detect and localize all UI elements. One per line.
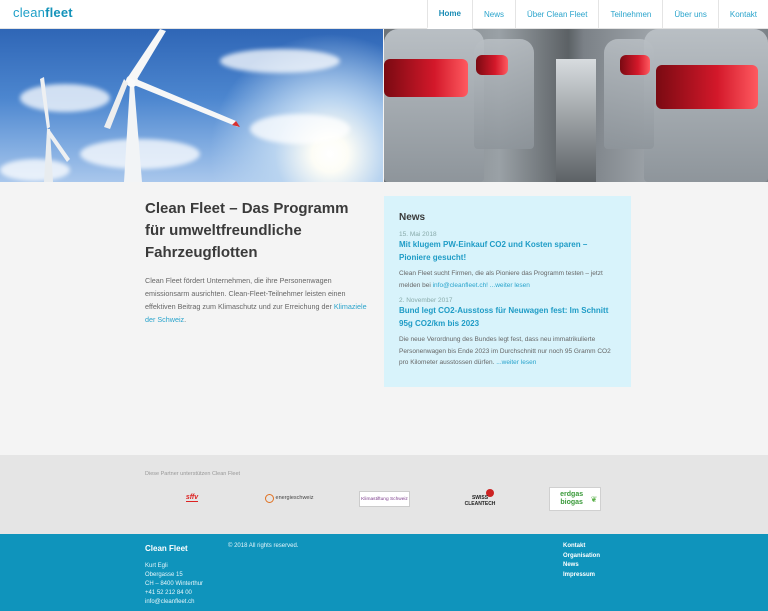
read-more-link[interactable]: ...weiter lesen xyxy=(496,359,536,366)
news-excerpt: Clean Fleet sucht Firmen, die als Pionie… xyxy=(399,270,603,289)
footer-phone[interactable]: +41 52 212 84 00 xyxy=(145,589,203,598)
footer-link-organisation[interactable]: Organisation xyxy=(563,552,600,562)
page-title: Clean Fleet – Das Programm für umweltfre… xyxy=(145,200,349,261)
nav-home[interactable]: Home xyxy=(426,0,472,29)
news-date: 2. November 2017 xyxy=(399,297,453,304)
partner-logo-klimastiftung[interactable]: Klimastiftung Schweiz xyxy=(359,491,410,507)
hero-image-parked-cars xyxy=(384,29,768,182)
news-item: 2. November 2017 Bund legt CO2-Ausstoss … xyxy=(399,297,616,369)
footer-address: Kurt Egli Obergasse 15 CH – 8400 Wintert… xyxy=(145,563,204,607)
site-header: cleanfleet Home News Über Clean Fleet Te… xyxy=(0,0,768,29)
hero-banner xyxy=(0,29,768,182)
partner-logo-erdgas-biogas[interactable]: erdgas biogas ❦ xyxy=(549,487,601,511)
nav-about-us[interactable]: Über uns xyxy=(662,0,717,29)
footer-brand: Clean Fleet xyxy=(145,544,188,553)
partner-logo-sffv[interactable]: sffv xyxy=(162,485,222,511)
partners-section: Diese Partner unterstützen Clean Fleet s… xyxy=(0,455,768,534)
news-panel: News 15. Mai 2018 Mit klugem PW-Einkauf … xyxy=(384,196,631,387)
logo-text-light: clean xyxy=(13,5,46,20)
email-link[interactable]: info@cleanfleet.ch! xyxy=(433,282,488,289)
news-excerpt: Die neue Verordnung des Bundes legt fest… xyxy=(399,336,611,366)
partners-label: Diese Partner unterstützen Clean Fleet xyxy=(145,471,241,477)
news-date: 15. Mai 2018 xyxy=(399,231,437,238)
intro-section: Clean Fleet – Das Programm für umweltfre… xyxy=(145,198,370,326)
footer-links: Kontakt Organisation News Impressum xyxy=(563,542,600,580)
news-item: 15. Mai 2018 Mit klugem PW-Einkauf CO2 u… xyxy=(399,231,616,291)
nav-participate[interactable]: Teilnehmen xyxy=(598,0,662,29)
news-heading: News xyxy=(399,212,426,223)
footer-email[interactable]: info@cleanfleet.ch xyxy=(145,598,203,607)
footer-link-news[interactable]: News xyxy=(563,561,600,571)
news-title-link[interactable]: Bund legt CO2-Ausstoss für Neuwagen fest… xyxy=(399,304,616,330)
main-nav: Home News Über Clean Fleet Teilnehmen Üb… xyxy=(426,0,768,29)
energy-swirl-icon xyxy=(264,493,274,503)
footer-copyright: © 2018 All rights reserved. xyxy=(228,543,299,549)
leaf-icon: ❦ xyxy=(590,494,598,504)
partner-logo-energieschweiz[interactable]: energieschweiz xyxy=(260,485,318,511)
nav-about-clean-fleet[interactable]: Über Clean Fleet xyxy=(514,0,598,29)
partner-logo-swiss-cleantech[interactable]: SWISS CLEANTECH xyxy=(458,485,502,511)
footer-link-imprint[interactable]: Impressum xyxy=(563,571,600,581)
hero-image-wind-turbines xyxy=(0,29,383,182)
read-more-link[interactable]: ...weiter lesen xyxy=(488,282,530,289)
nav-contact[interactable]: Kontakt xyxy=(717,0,768,29)
nav-news[interactable]: News xyxy=(471,0,515,29)
intro-paragraph: Clean Fleet fördert Unternehmen, die ihr… xyxy=(145,276,346,311)
footer-link-contact[interactable]: Kontakt xyxy=(563,542,600,552)
logo-text-bold: fleet xyxy=(45,5,73,20)
site-logo[interactable]: cleanfleet xyxy=(13,5,73,20)
wind-turbine-graphic xyxy=(40,29,240,182)
site-footer: Clean Fleet Kurt Egli Obergasse 15 CH – … xyxy=(0,534,768,611)
intro-text: Clean Fleet fördert Unternehmen, die ihr… xyxy=(145,276,367,324)
news-title-link[interactable]: Mit klugem PW-Einkauf CO2 und Kosten spa… xyxy=(399,238,616,264)
